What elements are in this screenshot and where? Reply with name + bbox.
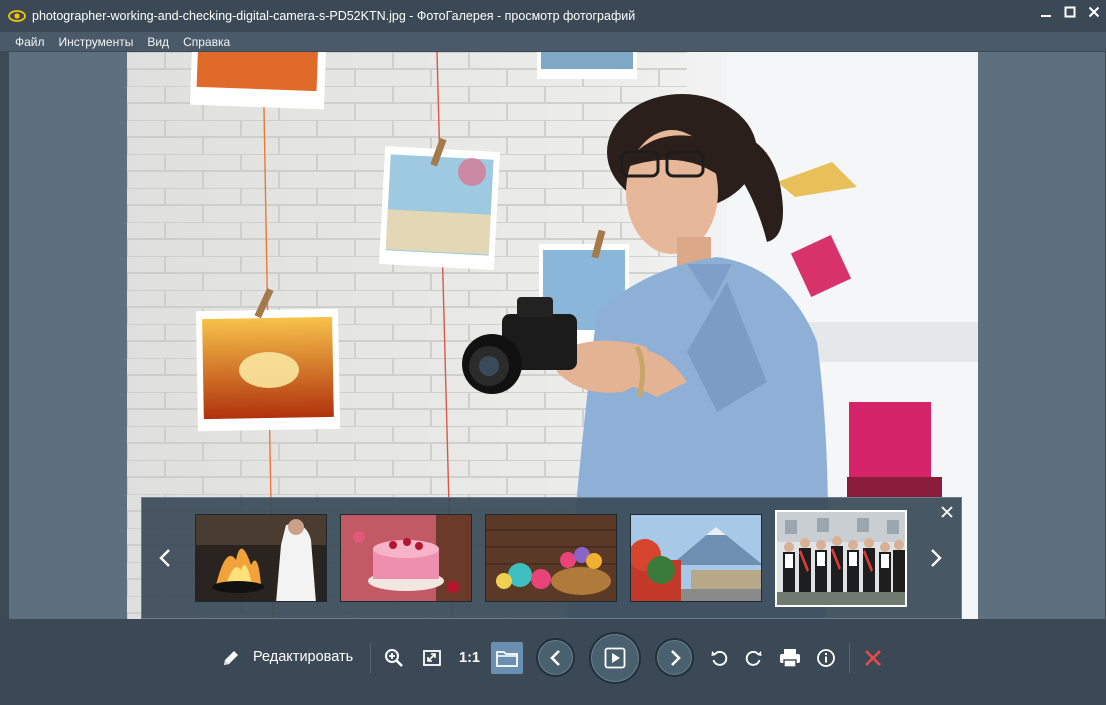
- fit-screen-icon: [423, 650, 441, 666]
- edit-button[interactable]: [220, 647, 242, 669]
- rotate-right-button[interactable]: [743, 647, 765, 669]
- open-folder-button[interactable]: [491, 642, 523, 674]
- chevron-right-icon[interactable]: [928, 546, 944, 570]
- rotate-right-icon: [745, 650, 762, 666]
- slideshow-button[interactable]: [589, 632, 641, 684]
- toolbar-divider: [370, 643, 371, 673]
- thumbnail-knitted-toys[interactable]: [485, 514, 617, 602]
- print-icon: [780, 649, 800, 668]
- zoom-in-button[interactable]: [383, 647, 405, 669]
- pencil-icon: [224, 651, 238, 665]
- delete-icon: [865, 650, 881, 666]
- fit-screen-button[interactable]: [421, 647, 443, 669]
- thumbnail-graduates[interactable]: [775, 510, 907, 607]
- next-icon: [670, 649, 681, 666]
- chevron-left-icon[interactable]: [157, 546, 173, 570]
- filmstrip-panel: [141, 497, 962, 619]
- close-icon[interactable]: [939, 504, 955, 520]
- thumbnail-chef-fire[interactable]: [195, 514, 327, 602]
- next-image-button[interactable]: [655, 638, 694, 677]
- zoom-in-icon: [385, 649, 403, 667]
- maximize-icon: [1064, 6, 1076, 18]
- rotate-left-button[interactable]: [708, 647, 730, 669]
- close-window-button[interactable]: [1082, 0, 1106, 24]
- previous-image-button[interactable]: [536, 638, 575, 677]
- menu-help[interactable]: Справка: [176, 35, 237, 49]
- rotate-left-icon: [711, 650, 728, 666]
- previous-icon: [549, 649, 560, 666]
- delete-button[interactable]: [862, 647, 884, 669]
- info-button[interactable]: [815, 647, 837, 669]
- maximize-button[interactable]: [1058, 0, 1082, 24]
- thumbnail-mountain-village[interactable]: [630, 514, 762, 602]
- minimize-icon: [1041, 15, 1051, 17]
- menu-view[interactable]: Вид: [140, 35, 176, 49]
- play-icon: [604, 647, 626, 669]
- minimize-button[interactable]: [1034, 0, 1058, 24]
- actual-size-button[interactable]: 1:1: [459, 650, 480, 666]
- print-button[interactable]: [778, 647, 802, 669]
- thumbnail-pink-cake[interactable]: [340, 514, 472, 602]
- window-title: photographer-working-and-checking-digita…: [32, 9, 636, 23]
- menu-tools[interactable]: Инструменты: [52, 35, 141, 49]
- info-icon: [817, 649, 835, 667]
- edit-label[interactable]: Редактировать: [253, 649, 353, 665]
- menu-file[interactable]: Файл: [0, 35, 52, 49]
- toolbar-divider: [849, 643, 850, 673]
- menu-bar: Файл Инструменты Вид Справка: [0, 32, 1106, 51]
- close-icon: [1088, 6, 1100, 18]
- eye-icon: [8, 10, 26, 22]
- title-bar: photographer-working-and-checking-digita…: [0, 0, 1106, 32]
- folder-icon: [496, 651, 518, 667]
